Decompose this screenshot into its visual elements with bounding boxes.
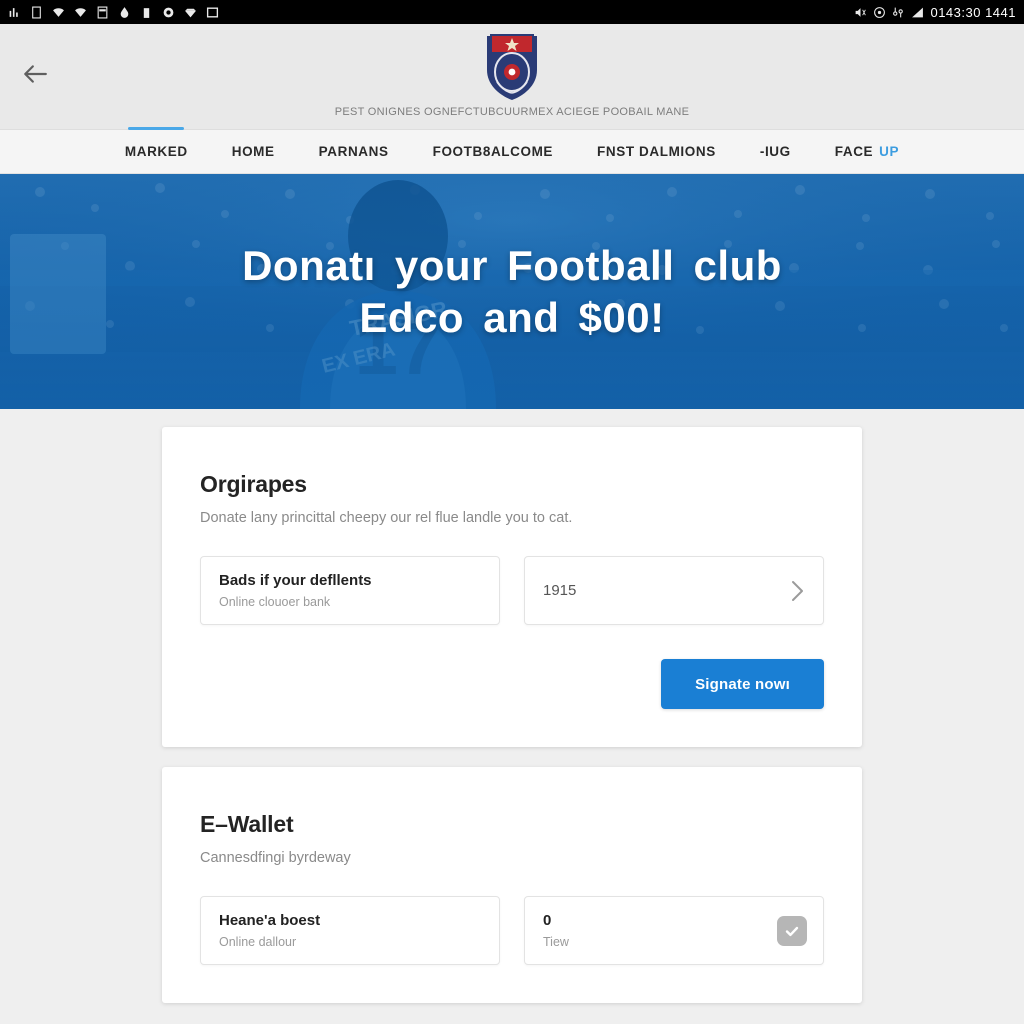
primary-nav: MARKED HOME PARNANS FOOTB8ALCOME FNST DA… [0,130,1024,174]
wallet-provider-field[interactable]: Heane'a boest Online dallour [200,896,500,965]
status-bar-left-icons [8,6,219,19]
nav-label: MARKED [124,144,188,159]
field-main-label: Heane'a boest [219,912,321,929]
nav-item-marked[interactable]: MARKED [103,130,210,174]
football-club-crest-logo [487,34,537,100]
field-row: Heane'a boest Online dallour 0 Tiew [200,896,824,965]
field-main-label: Bads if your defllents [219,572,372,589]
calculator-icon [97,6,108,18]
donation-card: Orgirapes Donate lany princittal cheepy … [162,427,862,747]
app-screen: 0143:30 1441 PEST ONIGNES OGNEFCTUBCUURM… [0,0,1024,1024]
signal-icon [9,7,18,17]
card-action-row: Signate nowı [200,659,824,709]
bank-select-field[interactable]: Bads if your defllents Online clouoer ba… [200,556,500,625]
wallet-balance-field[interactable]: 0 Tiew [524,896,824,965]
card-subtitle: Cannesdfingi byrdeway [200,850,351,866]
signal-bars-icon [912,7,924,17]
field-sub-label: Online dallour [219,935,297,949]
field-main-value: 1915 [543,582,577,599]
hero-text-block: Donatı your Football club Edco and $00! [0,174,1024,409]
nav-item-home[interactable]: HOME [210,130,297,174]
nav-label: FNST DALMIONS [597,144,716,159]
wifi-icon [53,7,64,17]
hero-headline-line1: Donatı your Football club [242,241,782,289]
diamond-icon [185,8,196,17]
field-sub-label: Online clouoer bank [219,595,331,609]
status-bar-clock: 0143:30 1441 [930,4,1016,20]
wifi-alt-icon [75,7,86,17]
nav-label: PARNANS [318,144,389,159]
card-subtitle: Donate lany princittal cheepy our rel fl… [200,510,573,526]
field-sub-label: Tiew [543,935,569,949]
app-header: PEST ONIGNES OGNEFCTUBCUURMEX ACIEGE POO… [0,24,1024,130]
vpn-icon [893,7,904,17]
field-main-value: 0 [543,912,552,929]
header-tagline: PEST ONIGNES OGNEFCTUBCUURMEX ACIEGE POO… [334,106,690,118]
nav-item-footb8alcome[interactable]: FOOTB8ALCOME [411,130,575,174]
nav-label: -IUG [759,144,791,159]
water-drop-icon [120,6,129,18]
nav-label: HOME [231,144,275,159]
chevron-right-icon [790,580,805,602]
main-content: Orgirapes Donate lany princittal cheepy … [0,409,1024,1003]
hero-banner: 17 TRASIGR EX ERA Donatı your Football c… [0,174,1024,409]
sim-card-icon [32,6,41,18]
status-bar: 0143:30 1441 [0,0,1024,24]
nav-label: FOOTB8ALCOME [432,144,554,159]
record-icon [163,7,174,17]
card-title: Orgirapes [200,471,307,497]
battery-icon [143,7,150,18]
check-icon[interactable] [777,915,807,946]
status-bar-right: 0143:30 1441 [854,5,1016,20]
ewallet-card: E–Wallet Cannesdfingi byrdeway Heane'a b… [162,767,862,1003]
nav-label-accent: UP [879,144,900,159]
target-icon [874,6,886,18]
volume-icon [856,7,867,17]
nav-item-fnst-dalmions[interactable]: FNST DALMIONS [575,130,738,174]
square-icon [206,6,219,18]
nav-item-parnans[interactable]: PARNANS [297,130,411,174]
field-row: Bads if your defllents Online clouoer ba… [200,556,824,625]
hero-headline-line2: Edco and $00! [359,293,665,341]
back-arrow-icon[interactable] [20,62,50,86]
nav-item-face-up[interactable]: FACE UP [813,130,921,174]
card-title: E–Wallet [200,811,294,837]
amount-select-field[interactable]: 1915 [524,556,824,625]
nav-item-hug[interactable]: -IUG [738,130,813,174]
nav-label: FACE [834,144,874,159]
signate-now-button[interactable]: Signate nowı [661,659,824,709]
